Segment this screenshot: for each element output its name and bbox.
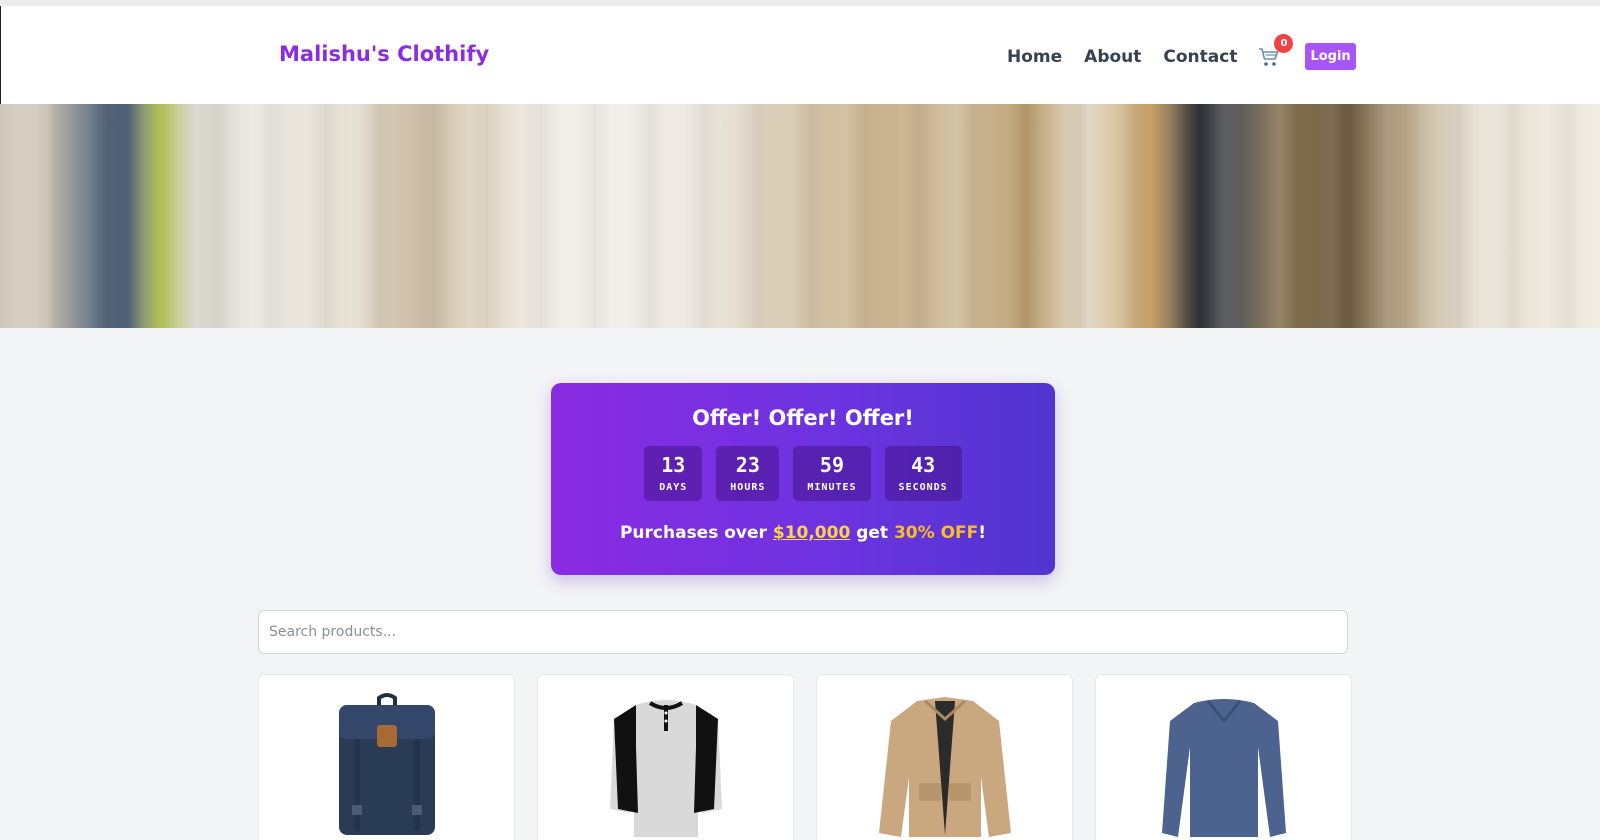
countdown-days: 13 DAYS bbox=[644, 446, 703, 501]
long-sleeve-shirt-image bbox=[1162, 699, 1286, 837]
offer-title: Offer! Offer! Offer! bbox=[692, 406, 914, 430]
countdown-timer: 13 DAYS 23 HOURS 59 MINUTES 43 SECONDS bbox=[551, 446, 1055, 501]
nav-about-link[interactable]: About bbox=[1084, 47, 1141, 67]
nav-home-link[interactable]: Home bbox=[1007, 47, 1062, 67]
backpack-image bbox=[339, 693, 435, 835]
countdown-hours: 23 HOURS bbox=[716, 446, 780, 501]
nav-contact-link[interactable]: Contact bbox=[1163, 47, 1237, 67]
login-button[interactable]: Login bbox=[1305, 43, 1356, 70]
cart-button[interactable]: 0 bbox=[1257, 33, 1294, 69]
offer-text-suffix: ! bbox=[978, 523, 987, 543]
product-card[interactable] bbox=[1095, 674, 1352, 840]
countdown-value: 13 bbox=[661, 453, 686, 477]
brand-logo[interactable]: Malishu's Clothify bbox=[279, 42, 489, 66]
countdown-value: 59 bbox=[819, 453, 845, 477]
main-nav: Home About Contact 0 Login bbox=[1007, 33, 1356, 70]
offer-discount: 30% OFF bbox=[893, 523, 979, 543]
henley-shirt-image bbox=[610, 700, 722, 837]
offer-text-mid: get bbox=[850, 523, 894, 543]
product-card[interactable] bbox=[816, 674, 1073, 840]
product-card[interactable] bbox=[537, 674, 794, 840]
countdown-label: DAYS bbox=[659, 482, 688, 493]
countdown-label: HOURS bbox=[730, 482, 766, 493]
product-card[interactable] bbox=[258, 674, 515, 840]
countdown-minutes: 59 MINUTES bbox=[793, 446, 871, 501]
jacket-image bbox=[879, 697, 1011, 837]
product-grid bbox=[258, 674, 1352, 840]
countdown-label: SECONDS bbox=[898, 482, 948, 493]
countdown-label: MINUTES bbox=[807, 482, 857, 493]
search-input[interactable] bbox=[258, 610, 1348, 654]
offer-banner: Offer! Offer! Offer! 13 DAYS 23 HOURS 59… bbox=[551, 383, 1055, 575]
countdown-value: 23 bbox=[735, 453, 760, 477]
countdown-seconds: 43 SECONDS bbox=[884, 446, 962, 501]
site-header: Malishu's Clothify Home About Contact 0 … bbox=[0, 6, 1600, 104]
countdown-value: 43 bbox=[911, 453, 936, 477]
hero-image bbox=[0, 104, 1600, 328]
hero-banner bbox=[0, 104, 1600, 328]
offer-description: Purchases over $10,000 get 30% OFF! bbox=[551, 523, 1055, 543]
offer-amount: $10,000 bbox=[772, 523, 851, 543]
cart-count-badge: 0 bbox=[1274, 33, 1294, 53]
offer-text-prefix: Purchases over bbox=[619, 523, 773, 543]
